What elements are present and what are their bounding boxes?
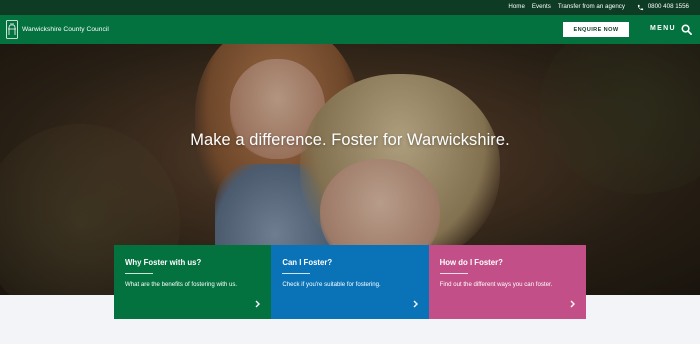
home-link[interactable]: Home bbox=[508, 2, 525, 12]
card-how-do-i-foster[interactable]: How do I Foster? Find out the different … bbox=[428, 245, 586, 319]
chevron-right-icon bbox=[413, 300, 418, 308]
card-can-i-foster[interactable]: Can I Foster? Check if you're suitable f… bbox=[271, 245, 429, 319]
chevron-right-icon bbox=[570, 300, 575, 308]
utility-bar: Home Events Transfer from an agency 0800… bbox=[0, 0, 700, 15]
utility-links: Home Events Transfer from an agency bbox=[508, 2, 625, 12]
phone-contact[interactable]: 0800 408 1556 bbox=[637, 2, 689, 12]
phone-number: 0800 408 1556 bbox=[647, 3, 689, 10]
card-text: Check if you're suitable for fostering. bbox=[282, 281, 381, 288]
main-header: Warwickshire County Council ENQUIRE NOW … bbox=[0, 15, 700, 44]
card-why-foster[interactable]: Why Foster with us? What are the benefit… bbox=[114, 245, 272, 319]
feature-cards: Why Foster with us? What are the benefit… bbox=[114, 245, 586, 319]
card-divider bbox=[282, 273, 311, 274]
card-title: Can I Foster? bbox=[282, 258, 333, 267]
logo-text: Warwickshire County Council bbox=[22, 26, 109, 33]
chevron-right-icon bbox=[255, 300, 261, 308]
search-icon[interactable] bbox=[681, 24, 692, 35]
events-link[interactable]: Events bbox=[532, 2, 551, 12]
card-title: Why Foster with us? bbox=[125, 258, 202, 267]
council-logo[interactable]: Warwickshire County Council bbox=[6, 20, 109, 39]
card-text: What are the benefits of fostering with … bbox=[125, 281, 238, 288]
card-divider bbox=[439, 273, 468, 274]
hero-heading: Make a difference. Foster for Warwickshi… bbox=[190, 131, 510, 149]
card-title: How do I Foster? bbox=[439, 258, 503, 267]
bear-and-staff-logo-icon bbox=[6, 20, 18, 39]
transfer-from-agency-link[interactable]: Transfer from an agency bbox=[558, 2, 625, 12]
menu-button[interactable]: MENU bbox=[650, 25, 676, 32]
card-divider bbox=[125, 273, 153, 274]
enquire-now-button[interactable]: ENQUIRE NOW bbox=[563, 22, 629, 37]
card-text: Find out the different ways you can fost… bbox=[439, 281, 553, 288]
phone-icon bbox=[637, 4, 643, 10]
